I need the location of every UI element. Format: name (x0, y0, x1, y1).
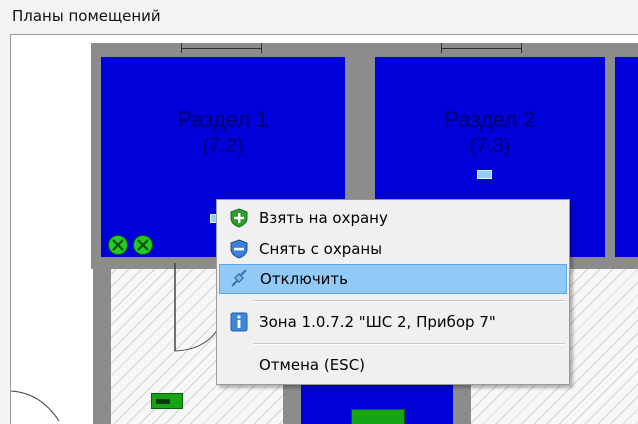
shield-plus-icon (229, 208, 249, 228)
door-left (11, 390, 60, 422)
room-2-sensor[interactable] (477, 170, 492, 179)
info-icon (229, 312, 249, 332)
disconnect-plug-icon (229, 269, 249, 289)
menu-item-disarm[interactable]: Снять с охраны (219, 234, 567, 264)
menu-item-cancel[interactable]: Отмена (ESC) (219, 350, 567, 380)
room-2-right-strip (615, 57, 638, 257)
room-3-device[interactable] (351, 409, 405, 424)
menu-item-arm-label: Взять на охрану (259, 209, 388, 227)
menu-item-disable-label: Отключить (260, 270, 349, 288)
zone-status-icon-1[interactable] (108, 235, 128, 255)
menu-item-disarm-label: Снять с охраны (259, 240, 383, 258)
left-partition-wall (93, 261, 111, 424)
menu-separator-1 (253, 300, 565, 302)
room-1-number: (7.2) (202, 135, 244, 157)
menu-item-zone-info[interactable]: Зона 1.0.7.2 "ШС 2, Прибор 7" (219, 307, 567, 337)
menu-item-zone-info-label: Зона 1.0.7.2 "ШС 2, Прибор 7" (259, 313, 496, 331)
room-1-name: Раздел 1 (177, 107, 269, 132)
corridor-device[interactable] (151, 393, 183, 409)
room-3[interactable] (301, 385, 453, 424)
zone-status-icon-2[interactable] (133, 235, 153, 255)
menu-item-arm[interactable]: Взять на охрану (219, 203, 567, 233)
room-2-name: Раздел 2 (444, 107, 536, 132)
shield-minus-icon (229, 239, 249, 259)
menu-item-cancel-label: Отмена (ESC) (259, 356, 366, 374)
panel-title: Планы помещений (12, 7, 161, 25)
menu-separator-2 (253, 343, 565, 345)
room-2-number: (7.3) (469, 135, 511, 157)
menu-item-disable[interactable]: Отключить (219, 264, 567, 294)
context-menu: Взять на охрану Снять с охраны Отключить (216, 199, 570, 385)
